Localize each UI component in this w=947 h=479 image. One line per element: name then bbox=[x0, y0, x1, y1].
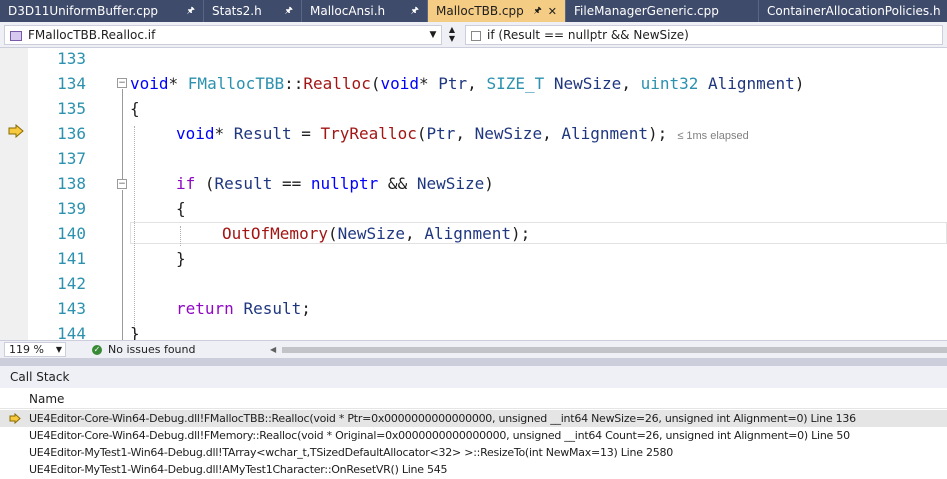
tab-mallocansi[interactable]: MallocAnsi.h 🖈︎ bbox=[302, 0, 428, 22]
tab-label: FileManagerGeneric.cpp bbox=[574, 4, 719, 18]
pin-icon[interactable]: 🖈︎ bbox=[187, 3, 195, 19]
indent-guide bbox=[134, 126, 135, 340]
collapse-icon[interactable]: − bbox=[117, 179, 127, 189]
line-number: 143 bbox=[57, 299, 86, 318]
call-stack-frame[interactable]: UE4Editor-MyTest1-Win64-Debug.dll!TArray… bbox=[0, 444, 947, 461]
frame-text: UE4Editor-MyTest1-Win64-Debug.dll!AMyTes… bbox=[29, 463, 448, 476]
horizontal-scrollbar[interactable]: ◀ bbox=[270, 345, 947, 355]
column-header-name[interactable]: Name bbox=[0, 389, 947, 409]
tab-label: D3D11UniformBuffer.cpp bbox=[8, 4, 159, 18]
code-line-136[interactable]: void* Result = TryRealloc(Ptr, NewSize, … bbox=[176, 124, 749, 143]
code-line-141[interactable]: } bbox=[176, 249, 186, 268]
code-line-143[interactable]: return Result; bbox=[176, 299, 311, 318]
line-number: 142 bbox=[57, 274, 86, 293]
scrollbar-thumb[interactable] bbox=[282, 347, 947, 353]
chevron-down-icon[interactable]: ▼ bbox=[445, 34, 459, 43]
call-stack-frame[interactable]: UE4Editor-MyTest1-Win64-Debug.dll!AMyTes… bbox=[0, 461, 947, 478]
line-number: 140 bbox=[57, 224, 86, 243]
scope-icon bbox=[8, 29, 22, 41]
code-editor[interactable]: 133 134 135 136 137 138 139 140 141 142 … bbox=[0, 48, 947, 340]
document-tab-strip: D3D11UniformBuffer.cpp 🖈︎ Stats2.h 🖈︎ Ma… bbox=[0, 0, 947, 22]
collapse-icon[interactable]: − bbox=[117, 78, 127, 88]
frame-text: UE4Editor-Core-Win64-Debug.dll!FMallocTB… bbox=[29, 412, 856, 425]
check-circle-icon: ✓ bbox=[92, 344, 102, 355]
frame-text: UE4Editor-Core-Win64-Debug.dll!FMemory::… bbox=[29, 429, 850, 442]
tab-containerallocationpolicies[interactable]: ContainerAllocationPolicies.h bbox=[759, 0, 947, 22]
tab-label: Stats2.h bbox=[212, 4, 262, 18]
pin-icon[interactable]: 🖈︎ bbox=[285, 3, 293, 19]
current-frame-arrow-icon bbox=[9, 413, 21, 424]
frame-indicator bbox=[0, 461, 29, 478]
line-number: 136 bbox=[57, 124, 86, 143]
tab-filemanagergeneric[interactable]: FileManagerGeneric.cpp bbox=[566, 0, 759, 22]
close-icon[interactable]: ✕ bbox=[548, 5, 557, 18]
frame-indicator bbox=[0, 444, 29, 461]
chevron-down-icon[interactable]: ▼ bbox=[53, 345, 65, 354]
code-line-140[interactable]: OutOfMemory(NewSize, Alignment); bbox=[222, 224, 530, 243]
line-number: 135 bbox=[57, 99, 86, 118]
call-stack-frame[interactable]: UE4Editor-Core-Win64-Debug.dll!FMemory::… bbox=[0, 427, 947, 444]
code-line-139[interactable]: { bbox=[176, 199, 186, 218]
zoom-dropdown[interactable]: 119 % ▼ bbox=[4, 342, 66, 357]
fold-guide bbox=[122, 89, 123, 179]
line-number: 137 bbox=[57, 149, 86, 168]
code-line-144[interactable]: } bbox=[130, 324, 140, 340]
indent-guide bbox=[180, 226, 181, 246]
pin-icon[interactable]: 🖈︎ bbox=[533, 3, 541, 19]
editor-status-bar: 119 % ▼ ✓ No issues found ◀ bbox=[0, 340, 947, 358]
call-stack-list: UE4Editor-Core-Win64-Debug.dll!FMallocTB… bbox=[0, 410, 947, 478]
tab-label: ContainerAllocationPolicies.h bbox=[767, 4, 941, 18]
code-line-134[interactable]: void* FMallocTBB::Realloc(void* Ptr, SIZ… bbox=[130, 74, 804, 93]
pin-icon[interactable]: 🖈︎ bbox=[411, 3, 419, 19]
scope-spinner[interactable]: ▲ ▼ bbox=[445, 25, 459, 45]
indicator-margin[interactable] bbox=[0, 48, 28, 340]
issues-text: No issues found bbox=[108, 343, 196, 356]
issues-indicator[interactable]: ✓ No issues found bbox=[92, 342, 195, 357]
line-number: 133 bbox=[57, 49, 86, 68]
frame-indicator bbox=[0, 427, 29, 444]
call-stack-title: Call Stack bbox=[0, 366, 947, 388]
tab-malloctbb[interactable]: MallocTBB.cpp 🖈︎ ✕ bbox=[428, 0, 566, 22]
tab-stats2[interactable]: Stats2.h 🖈︎ bbox=[204, 0, 302, 22]
navigation-bar: FMallocTBB.Realloc.if ▼ ▲ ▼ if (Result =… bbox=[0, 22, 947, 48]
zoom-value: 119 % bbox=[9, 343, 44, 356]
tab-d3d11uniformbuffer[interactable]: D3D11UniformBuffer.cpp 🖈︎ bbox=[0, 0, 204, 22]
member-dropdown-value: if (Result == nullptr && NewSize) bbox=[487, 28, 689, 42]
frame-indicator bbox=[0, 410, 29, 427]
call-stack-frame[interactable]: UE4Editor-Core-Win64-Debug.dll!FMallocTB… bbox=[0, 410, 947, 427]
panel-splitter[interactable] bbox=[0, 358, 947, 366]
chevron-up-icon[interactable]: ▲ bbox=[445, 25, 459, 34]
tab-label: MallocAnsi.h bbox=[310, 4, 386, 18]
tab-label: MallocTBB.cpp bbox=[436, 4, 524, 18]
execution-pointer-arrow-icon[interactable] bbox=[8, 124, 24, 138]
scroll-left-icon[interactable]: ◀ bbox=[270, 345, 276, 354]
line-number: 144 bbox=[57, 324, 86, 340]
fold-guide bbox=[122, 190, 123, 340]
member-dropdown[interactable]: if (Result == nullptr && NewSize) bbox=[465, 25, 943, 45]
code-line-135[interactable]: { bbox=[130, 99, 140, 118]
frame-text: UE4Editor-MyTest1-Win64-Debug.dll!TArray… bbox=[29, 446, 673, 459]
chevron-down-icon[interactable]: ▼ bbox=[425, 30, 441, 40]
scope-dropdown[interactable]: FMallocTBB.Realloc.if ▼ bbox=[4, 25, 442, 45]
line-number: 138 bbox=[57, 174, 86, 193]
scope-dropdown-value: FMallocTBB.Realloc.if bbox=[28, 28, 156, 42]
code-line-138[interactable]: if (Result == nullptr && NewSize) bbox=[176, 174, 494, 193]
line-number: 134 bbox=[57, 74, 86, 93]
elapsed-time-hint[interactable]: ≤ 1ms elapsed bbox=[677, 130, 748, 142]
line-number: 139 bbox=[57, 199, 86, 218]
line-number: 141 bbox=[57, 249, 86, 268]
block-icon bbox=[469, 29, 483, 41]
